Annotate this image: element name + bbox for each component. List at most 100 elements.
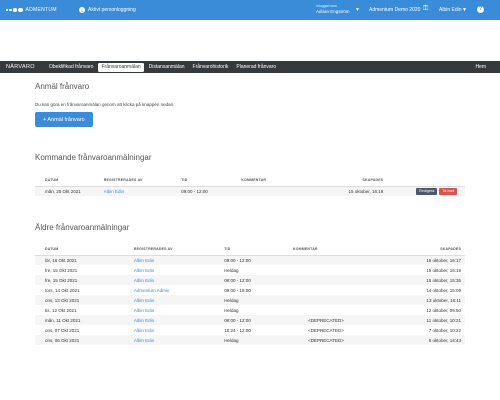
table-row: ons, 06 Okt 2021 Albin Edin Heldag <DEPRECA… — [35, 335, 465, 345]
cell-comment — [292, 295, 379, 305]
tab-absence-report[interactable]: Frånvaroanmälan — [98, 62, 144, 72]
column-header: SKAPADES — [310, 175, 384, 187]
table-header-row: DATUM REGISTRERADES AV TID KOMMENTAR SKA… — [35, 244, 465, 256]
cell-comment — [241, 186, 311, 196]
edit-button[interactable]: Redigera — [415, 187, 438, 195]
cell-registered-by[interactable]: Albin Edin — [133, 295, 225, 305]
logged-in-user[interactable]: Inloggad som Adrian Engström — [316, 3, 350, 15]
cell-time: Heldag — [224, 295, 293, 305]
cell-comment: <DEPRECATED> — [292, 315, 379, 325]
chevron-down-icon[interactable]: ▼ — [355, 7, 360, 13]
report-absence-button[interactable]: + Anmäl frånvaro — [35, 112, 93, 127]
brand-name: ADMENTUM — [25, 7, 57, 13]
column-header — [383, 175, 465, 187]
column-header: DATUM — [35, 244, 134, 256]
table-row: mån, 11 Okt 2021 Albin Edin 09:00 - 12:00 <… — [35, 315, 465, 325]
cell-registered-by[interactable]: Albin Edin — [134, 305, 224, 315]
cell-time: 09:00 - 12:00 — [224, 275, 293, 285]
column-header: TID — [181, 175, 242, 187]
cell-created: 15 oktober, 16:19 — [426, 267, 461, 273]
cell-date: ons, 13 Okt 2021 — [35, 295, 134, 305]
chevron-down-icon[interactable]: ▼ — [462, 7, 467, 13]
cell-registered-by[interactable]: Albin Edin — [103, 186, 182, 196]
column-header: KOMMENTAR — [292, 244, 379, 256]
cell-comment: <DEPRECATED> — [292, 335, 379, 345]
cell-comment — [292, 255, 379, 265]
cell-time: Heldag — [224, 267, 239, 273]
cell-created: 13 oktober, 16:11 — [378, 295, 465, 305]
cell-created: 15 oktober, 16:18 — [310, 186, 384, 196]
table-row: lör, 16 Okt 2021 Albin Edin 09:00 - 12:00 1… — [35, 255, 465, 265]
column-header: DATUM — [35, 175, 104, 187]
user-name: Adrian Engström — [316, 9, 350, 14]
cell-created: 11 oktober, 10:21 — [378, 315, 465, 325]
table-row: fre, 15 Okt 2021 Albin Edin Heldag 15 oktob… — [35, 265, 465, 275]
top-bar: ADMENTUM i Aktivt personloggning Inlogga… — [0, 0, 500, 20]
report-section: Anmäl frånvaro Du kan göra en frånvaroan… — [35, 82, 465, 127]
cell-registered-by[interactable]: Albin Edin — [134, 265, 224, 275]
cell-registered-by[interactable]: Albin Edin — [133, 335, 225, 345]
module-title: NÄRVARO — [6, 64, 35, 70]
cell-created: 12 oktober, 09:50 — [426, 307, 461, 313]
cell-date: mån, 25 Okt 2021 — [35, 186, 104, 196]
upcoming-table: DATUM REGISTRERADES AV TID KOMMENTAR SKA… — [35, 175, 465, 196]
table-row: tors, 14 Okt 2021 Admentum Admin 09:00 - 1… — [35, 285, 465, 295]
older-section: Äldre frånvaroanmälningar DATUM REGISTRE… — [35, 223, 465, 345]
older-table-body: lör, 16 Okt 2021 Albin Edin 09:00 - 12:00 1… — [35, 255, 465, 345]
cell-date: mån, 11 Okt 2021 — [35, 315, 134, 325]
key-icon[interactable]: ⚿ — [423, 5, 428, 13]
account-menu[interactable]: Albin Edin — [439, 7, 462, 13]
column-header: TID — [224, 244, 293, 256]
personal-log-indicator[interactable]: i Aktivt personloggning — [79, 7, 136, 13]
cell-created: 7 oktober, 10:22 — [428, 327, 461, 333]
cell-time: 10:24 - 12:00 — [224, 327, 251, 333]
report-title: Anmäl frånvaro — [35, 82, 90, 91]
upcoming-title: Kommande frånvaroanmälningar — [35, 153, 152, 162]
table-row: fre, 15 Okt 2021 Albin Edin 09:00 - 12:00 1… — [35, 275, 465, 285]
cell-actions: Redigera Ta bort — [383, 186, 465, 196]
personal-log-label: Aktivt personloggning — [88, 7, 136, 13]
logo[interactable]: ADMENTUM — [6, 7, 76, 13]
column-header: REGISTRERADES AV — [103, 175, 182, 187]
cell-registered-by[interactable]: Admentum Admin — [134, 285, 224, 295]
cell-registered-by[interactable]: Albin Edin — [134, 325, 224, 335]
tab-planned-absence[interactable]: Planerad frånvaro — [233, 63, 279, 72]
older-title: Äldre frånvaroanmälningar — [35, 223, 130, 232]
cell-date: tis, 12 Okt 2021 — [45, 307, 77, 313]
report-intro: Du kan göra en frånvaroanmälan genom att… — [35, 102, 175, 107]
cell-date: tors, 14 Okt 2021 — [45, 287, 80, 293]
cell-date: ons, 06 Okt 2021 — [35, 335, 134, 345]
older-table: DATUM REGISTRERADES AV TID KOMMENTAR SKA… — [35, 244, 465, 345]
cell-time: Heldag — [224, 335, 293, 345]
cell-comment — [293, 305, 379, 315]
cell-date: fre, 15 Okt 2021 — [35, 275, 134, 285]
cell-created: 14 oktober, 15:09 — [426, 287, 461, 293]
upcoming-section: Kommande frånvaroanmälningar DATUM REGIS… — [35, 153, 465, 196]
cell-comment — [293, 285, 379, 295]
user-role: Inloggad som — [316, 4, 338, 8]
school-name[interactable]: Admentum Demo 2020 — [369, 7, 420, 13]
cell-registered-by[interactable]: Albin Edin — [133, 275, 225, 285]
cell-time: 09:00 - 18:00 — [224, 287, 251, 293]
table-header-row: DATUM REGISTRERADES AV TID KOMMENTAR SKA… — [35, 175, 465, 187]
cell-created: 15 oktober, 16:17 — [378, 255, 465, 265]
column-header: REGISTRERADES AV — [133, 244, 225, 256]
cell-registered-by[interactable]: Albin Edin — [133, 255, 225, 265]
cell-time: Heldag — [224, 307, 239, 313]
home-link[interactable]: Hem — [475, 64, 486, 70]
delete-button[interactable]: Ta bort — [439, 187, 457, 195]
cell-time: 09:00 - 12:00 — [224, 315, 293, 325]
cell-comment — [293, 265, 379, 275]
tab-absence-history[interactable]: Frånvarohistorik — [190, 63, 232, 72]
table-row: ons, 13 Okt 2021 Albin Edin Heldag 13 oktob… — [35, 295, 465, 305]
table-row: ons, 07 Okt 2021 Albin Edin 10:24 - 12:00 <… — [35, 325, 465, 335]
tab-unauthorized-absence[interactable]: Obeklifikad frånvaro — [46, 63, 96, 72]
info-icon: i — [79, 7, 85, 13]
cell-registered-by[interactable]: Albin Edin — [133, 315, 225, 325]
tab-distance-report[interactable]: Distansanmälan — [146, 63, 188, 72]
cell-created: 6 oktober, 14:43 — [378, 335, 465, 345]
column-header: KOMMENTAR — [241, 175, 311, 187]
cell-time: 09:00 - 12:00 — [181, 186, 242, 196]
help-icon[interactable]: ? — [477, 5, 484, 13]
cell-date: ons, 07 Okt 2021 — [45, 327, 80, 333]
